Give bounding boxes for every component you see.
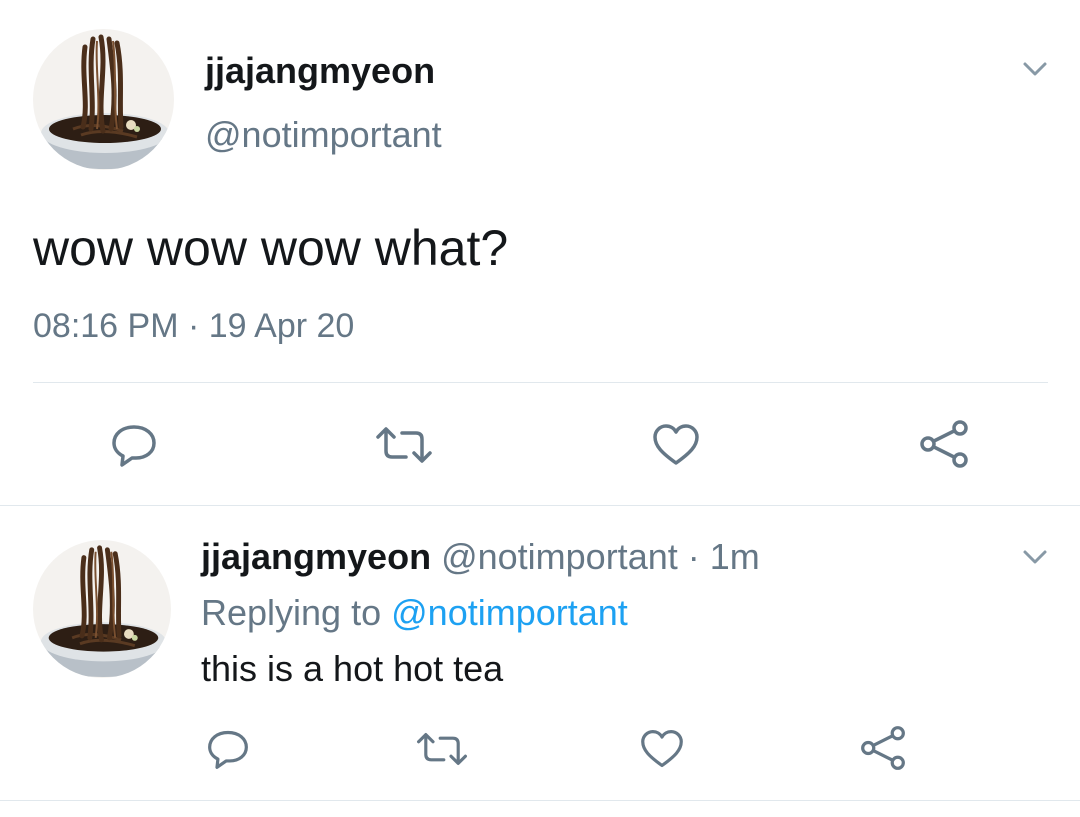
display-name[interactable]: jjajangmyeon [201,536,431,577]
reply-icon [112,425,156,467]
reply-button[interactable] [106,420,162,470]
divider [0,800,1080,801]
reply-button[interactable] [202,726,254,772]
chevron-down-icon [1023,550,1047,564]
divider [33,382,1048,383]
retweet-button[interactable] [414,726,470,772]
retweet-button[interactable] [374,420,434,470]
share-button[interactable] [915,418,973,470]
display-name[interactable]: jjajangmyeon [205,50,435,92]
noodle-bowl-image [33,29,174,170]
tweet-menu-button[interactable] [1018,52,1052,86]
retweet-icon [376,427,432,463]
replying-to-label: Replying to [201,592,382,633]
chevron-down-icon [1023,62,1047,76]
like-icon [653,424,699,465]
tweet-text: wow wow wow what? [33,220,509,276]
tweet-age: 1m [709,536,760,577]
share-icon [920,420,968,468]
avatar[interactable] [33,540,171,678]
handle[interactable]: @notimportant [441,536,678,577]
tweet-timestamp[interactable]: 08:16 PM · 19 Apr 20 [33,305,354,347]
avatar[interactable] [33,29,174,170]
handle[interactable]: @notimportant [205,114,442,156]
share-icon [861,726,905,770]
tweet-time: 08:16 PM [33,307,179,345]
share-button[interactable] [856,724,910,772]
divider [0,505,1080,506]
reply-icon [208,730,248,769]
separator-dot: · [687,536,700,577]
noodle-bowl-image [33,540,171,678]
replying-to: Replying to @notimportant [201,592,628,634]
tweet-text: this is a hot hot tea [201,648,504,689]
reply-header: jjajangmyeon @notimportant · 1m [201,536,760,578]
replying-to-handle[interactable]: @notimportant [391,592,628,633]
tweet-date: 19 Apr 20 [208,307,355,345]
separator-dot: · [187,307,200,345]
retweet-icon [417,733,467,765]
like-button[interactable] [648,420,704,470]
like-button[interactable] [636,726,688,772]
tweet-menu-button[interactable] [1018,540,1052,574]
like-icon [641,729,683,768]
